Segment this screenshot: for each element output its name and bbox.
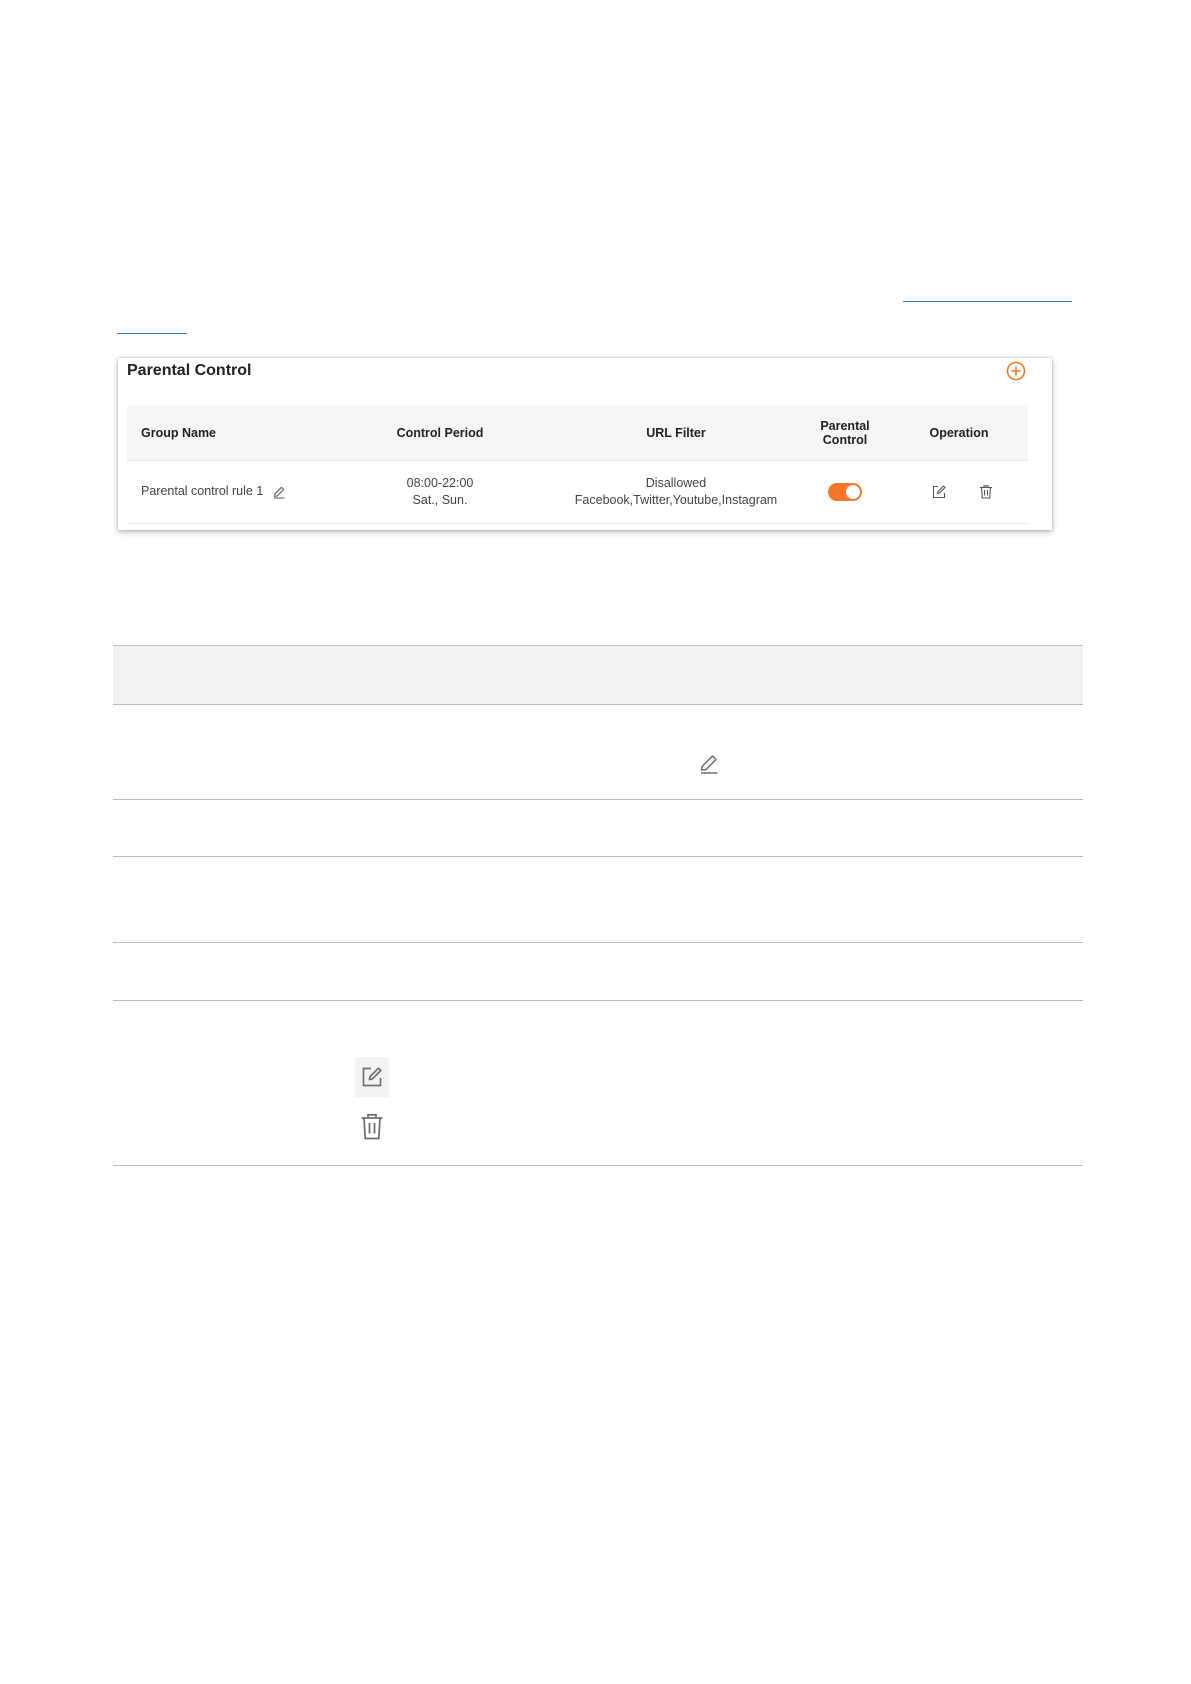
- column-header-control-period: Control Period: [396, 425, 484, 440]
- column-header-operation: Operation: [929, 425, 989, 440]
- description-row-group-name: [113, 705, 1083, 800]
- column-header-parental-control: Parental Control: [795, 405, 895, 460]
- rename-group-button[interactable]: [272, 485, 286, 499]
- trash-icon: [361, 1113, 383, 1140]
- group-name-cell: Parental control rule 1: [141, 460, 286, 523]
- add-rule-button[interactable]: [1006, 361, 1026, 381]
- description-row-url-filter: [113, 857, 1083, 943]
- control-period-days: Sat., Sun.: [412, 492, 468, 507]
- column-header-parental-control-line2: Control: [822, 432, 868, 447]
- plus-circle-icon: [1006, 361, 1026, 381]
- link-underline-2[interactable]: [117, 333, 187, 334]
- edit-icon: [932, 484, 946, 498]
- description-table: [113, 645, 1083, 1166]
- group-name-text: Parental control rule 1: [141, 484, 264, 498]
- pencil-icon: [700, 755, 718, 774]
- description-table-header: [113, 645, 1083, 705]
- table-row: Parental control rule 1 08:00-22:00 Sat.…: [127, 460, 1028, 524]
- parental-control-cell: [795, 460, 895, 523]
- parental-control-card: Parental Control Group Name Control Peri…: [118, 358, 1052, 530]
- url-filter-cell: Disallowed Facebook,Twitter,Youtube,Inst…: [551, 460, 801, 523]
- edit-rule-button[interactable]: [931, 484, 947, 500]
- edit-icon: [362, 1067, 382, 1087]
- description-row-parental-control: [113, 943, 1083, 1001]
- table-header: Group Name Control Period URL Filter Par…: [127, 405, 1028, 461]
- operation-cell: [931, 460, 994, 523]
- edit-icon-tile: [355, 1057, 389, 1097]
- description-row-control-period: [113, 800, 1083, 857]
- parental-control-toggle[interactable]: [828, 482, 862, 501]
- delete-rule-button[interactable]: [978, 484, 994, 500]
- link-underline-1[interactable]: [903, 301, 1072, 302]
- control-period-time: 08:00-22:00: [406, 475, 474, 490]
- url-filter-mode: Disallowed: [645, 475, 707, 490]
- card-title: Parental Control: [127, 362, 252, 379]
- url-filter-sites: Facebook,Twitter,Youtube,Instagram: [574, 492, 778, 507]
- trash-icon: [980, 484, 992, 499]
- control-period-cell: 08:00-22:00 Sat., Sun.: [365, 460, 515, 523]
- column-header-url-filter: URL Filter: [646, 425, 706, 440]
- column-header-parental-control-line1: Parental: [820, 418, 870, 433]
- toggle-knob: [846, 484, 860, 499]
- column-header-group-name: Group Name: [141, 425, 217, 440]
- trash-icon-wrap: [359, 1112, 385, 1142]
- pencil-icon: [274, 486, 285, 499]
- description-row-operation: [113, 1001, 1083, 1166]
